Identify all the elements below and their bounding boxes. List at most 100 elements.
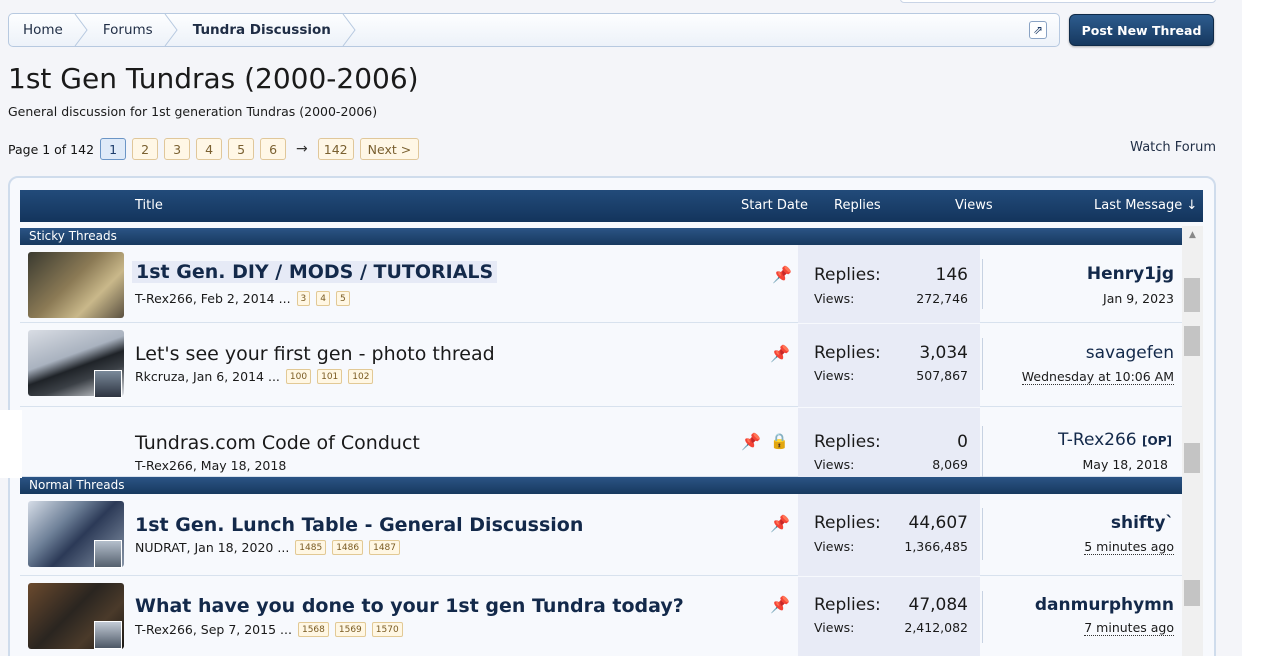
last-post-user[interactable]: danmurphymn: [1035, 595, 1174, 615]
col-title[interactable]: Title: [135, 198, 163, 213]
page-link-2[interactable]: 2: [132, 138, 159, 160]
op-badge: [OP]: [1142, 434, 1172, 448]
thread-page-link[interactable]: 1485: [295, 540, 327, 555]
replies-count: 44,607: [908, 513, 968, 533]
thread-title[interactable]: What have you done to your 1st gen Tundr…: [135, 595, 684, 617]
last-post-user[interactable]: Henry1jg: [1087, 264, 1174, 284]
breadcrumb-tundra-discussion[interactable]: Tundra Discussion: [179, 14, 357, 46]
views-count: 8,069: [932, 457, 968, 472]
thread-row[interactable]: 1st Gen. Lunch Table - General Discussio…: [20, 494, 1182, 576]
thread-page-link[interactable]: 1569: [334, 622, 366, 637]
scrollbar-thumb[interactable]: [1184, 278, 1200, 312]
col-start-date[interactable]: Start Date: [741, 198, 808, 213]
last-post-date[interactable]: 5 minutes ago: [1084, 539, 1174, 555]
thread-page-link[interactable]: 1487: [369, 540, 401, 555]
last-post-date[interactable]: Jan 9, 2023: [1103, 291, 1174, 306]
last-post-user[interactable]: T-Rex266: [1058, 430, 1137, 450]
thread-stats: Replies: 146 Views: 272,746: [798, 245, 980, 323]
replies-label: Replies:: [814, 432, 881, 452]
thread-page-link[interactable]: 1486: [332, 540, 364, 555]
replies-label: Replies:: [814, 343, 881, 363]
thread-stats: Replies: 0 Views: 8,069: [798, 408, 980, 477]
user-avatar[interactable]: [94, 621, 122, 649]
thread-title[interactable]: Tundras.com Code of Conduct: [135, 432, 420, 454]
jump-to-icon[interactable]: ⇗: [1029, 21, 1047, 39]
col-last-message[interactable]: Last Message ↓: [1094, 198, 1197, 213]
thread-page-link[interactable]: 102: [348, 369, 374, 384]
breadcrumb-tundra-label: Tundra Discussion: [192, 22, 331, 38]
pin-icon: 📌: [770, 514, 790, 533]
thread-page-link[interactable]: 4: [316, 291, 331, 306]
scrollbar-thumb[interactable]: [1184, 443, 1200, 473]
stats-divider: [982, 591, 983, 643]
scrollbar-thumb[interactable]: [1184, 326, 1200, 356]
thread-title[interactable]: 1st Gen. Lunch Table - General Discussio…: [135, 514, 583, 536]
thread-title[interactable]: Let's see your first gen - photo thread: [135, 343, 495, 365]
scrollbar-thumb[interactable]: [1184, 580, 1200, 606]
next-page-button[interactable]: Next >: [359, 138, 420, 160]
last-post-date[interactable]: May 18, 2018: [1083, 457, 1168, 472]
pages-ellipsis: ...: [280, 622, 292, 637]
thread-meta: NUDRAT, Jan 18, 2020 ... 1485 1486 1487: [135, 540, 401, 555]
thread-author-date[interactable]: T-Rex266, Feb 2, 2014: [135, 291, 275, 306]
last-post-user[interactable]: savagefen: [1086, 343, 1174, 363]
forum-description: General discussion for 1st generation Tu…: [8, 104, 378, 119]
thread-meta: T-Rex266, Feb 2, 2014 ... 3 4 5: [135, 291, 350, 306]
page-link-5[interactable]: 5: [228, 138, 255, 160]
thread-thumbnail[interactable]: [28, 252, 124, 318]
thread-meta: Rkcruza, Jan 6, 2014 ... 100 101 102: [135, 369, 374, 384]
thread-row[interactable]: Let's see your first gen - photo thread …: [20, 324, 1182, 407]
right-margin: [1242, 0, 1280, 656]
views-count: 1,366,485: [904, 539, 968, 554]
col-views[interactable]: Views: [955, 198, 993, 213]
search-box-edge[interactable]: [900, 0, 1216, 3]
last-post-user[interactable]: shifty`: [1111, 513, 1174, 533]
thread-stats: Replies: 47,084 Views: 2,412,082: [798, 577, 980, 656]
lock-icon: 🔒: [770, 432, 789, 450]
thread-row[interactable]: What have you done to your 1st gen Tundr…: [20, 577, 1182, 656]
views-label: Views:: [814, 368, 855, 383]
pin-icon: 📌: [770, 595, 790, 614]
views-count: 2,412,082: [904, 620, 968, 635]
thread-page-link[interactable]: 101: [317, 369, 343, 384]
thread-author-date[interactable]: NUDRAT, Jan 18, 2020: [135, 540, 273, 555]
breadcrumb-home[interactable]: Home: [9, 14, 89, 46]
page-link-last[interactable]: 142: [317, 138, 354, 160]
user-avatar[interactable]: [94, 540, 122, 568]
pages-ellipsis: ...: [267, 369, 280, 384]
thread-page-link[interactable]: 3: [296, 291, 311, 306]
thread-row[interactable]: Tundras.com Code of Conduct T-Rex266, Ma…: [20, 408, 1182, 478]
thread-page-link[interactable]: 1570: [371, 622, 403, 637]
replies-count: 146: [935, 265, 968, 285]
thread-author-date[interactable]: T-Rex266, May 18, 2018: [135, 458, 286, 473]
pin-icon: 📌: [741, 432, 761, 451]
page-link-6[interactable]: 6: [260, 138, 287, 160]
thread-row[interactable]: 1st Gen. DIY / MODS / TUTORIALS T-Rex266…: [20, 245, 1182, 323]
stats-divider: [982, 338, 983, 390]
post-new-thread-button[interactable]: Post New Thread: [1069, 14, 1214, 46]
views-label: Views:: [814, 539, 855, 554]
replies-count: 47,084: [908, 595, 968, 615]
page-link-4[interactable]: 4: [196, 138, 223, 160]
thread-author-date[interactable]: Rkcruza, Jan 6, 2014: [135, 369, 264, 384]
last-post-date[interactable]: Wednesday at 10:06 AM: [1021, 369, 1174, 385]
thread-page-link[interactable]: 1568: [297, 622, 329, 637]
thread-title[interactable]: 1st Gen. DIY / MODS / TUTORIALS: [132, 261, 498, 283]
page-skip-arrow-icon: →: [296, 141, 308, 157]
thread-page-link[interactable]: 5: [336, 291, 350, 306]
thread-page-link[interactable]: 100: [285, 369, 312, 384]
normal-threads-header: Normal Threads: [20, 477, 1203, 494]
user-avatar[interactable]: [94, 370, 122, 398]
scroll-up-icon[interactable]: ▲: [1182, 226, 1203, 244]
pin-icon: 📌: [772, 265, 792, 284]
page-link-3[interactable]: 3: [164, 138, 191, 160]
page-link-1[interactable]: 1: [100, 138, 127, 160]
thread-meta: T-Rex266, May 18, 2018: [135, 458, 286, 473]
breadcrumb-separator-icon: [342, 14, 356, 46]
pin-icon: 📌: [770, 344, 790, 363]
breadcrumb-forums[interactable]: Forums: [89, 14, 179, 46]
last-post-date[interactable]: 7 minutes ago: [1084, 620, 1174, 636]
col-replies[interactable]: Replies: [834, 198, 881, 213]
thread-author-date[interactable]: T-Rex266, Sep 7, 2015: [135, 622, 276, 637]
watch-forum-link[interactable]: Watch Forum: [1130, 140, 1216, 155]
